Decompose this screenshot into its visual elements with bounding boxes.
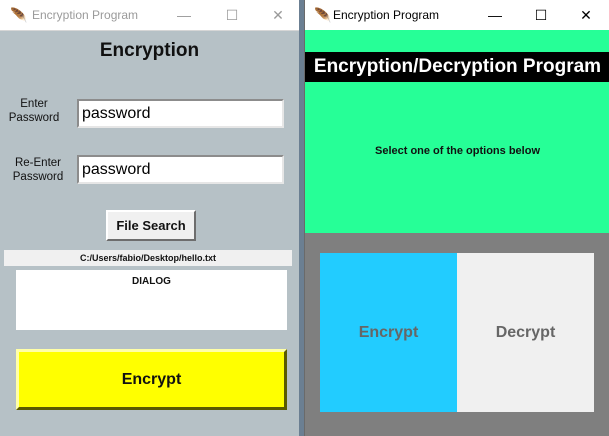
dialog-box: DIALOG <box>16 270 287 330</box>
left-title-bar[interactable]: 🪶 Encryption Program — ☐ ✕ <box>0 0 299 31</box>
dialog-label: DIALOG <box>132 276 171 287</box>
program-header: Encryption/Decryption Program <box>305 52 609 82</box>
enter-password-label: Enter Password <box>8 98 60 124</box>
minimize-button[interactable]: — <box>472 0 518 30</box>
minimize-button[interactable]: — <box>161 0 207 30</box>
encryption-decryption-window: 🪶 Encryption Program — ☐ ✕ Encryption/De… <box>304 0 609 436</box>
maximize-button[interactable]: ☐ <box>518 0 564 30</box>
encrypt-button[interactable]: Encrypt <box>16 349 287 410</box>
feather-icon: 🪶 <box>314 7 332 23</box>
right-title-bar[interactable]: 🪶 Encryption Program — ☐ ✕ <box>305 0 609 30</box>
maximize-button[interactable]: ☐ <box>209 0 255 30</box>
file-path-label: C:/Users/fabio/Desktop/hello.txt <box>4 250 292 266</box>
right-window-title: Encryption Program <box>333 8 440 22</box>
feather-icon: 🪶 <box>10 7 28 23</box>
close-button[interactable]: ✕ <box>563 0 609 30</box>
encryption-window: 🪶 Encryption Program — ☐ ✕ Encryption En… <box>0 0 299 436</box>
close-button[interactable]: ✕ <box>255 0 301 30</box>
encrypt-option-button[interactable]: Encrypt <box>320 253 457 412</box>
reenter-password-input[interactable] <box>77 155 284 184</box>
reenter-password-label: Re-Enter Password <box>12 157 64 183</box>
enter-password-input[interactable] <box>77 99 284 128</box>
file-search-button[interactable]: File Search <box>106 210 196 241</box>
encryption-heading: Encryption <box>99 40 200 61</box>
left-window-title: Encryption Program <box>32 8 139 22</box>
select-option-text: Select one of the options below <box>374 145 540 157</box>
decrypt-option-button[interactable]: Decrypt <box>457 253 594 412</box>
